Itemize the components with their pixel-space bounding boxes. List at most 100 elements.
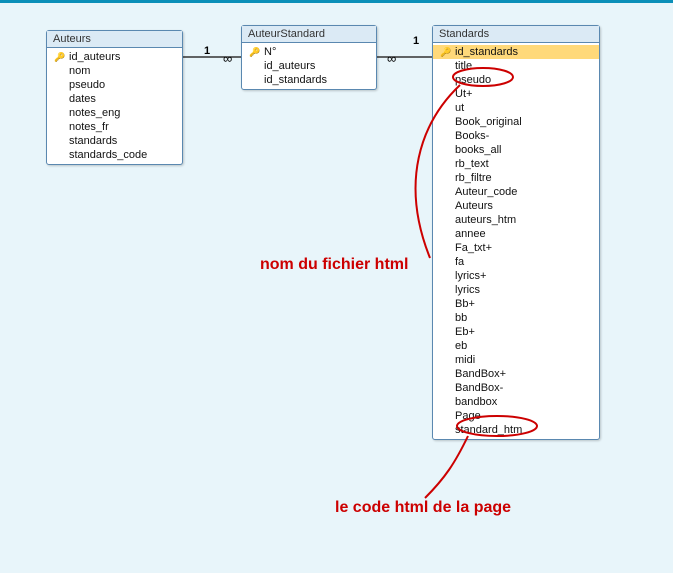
field-row[interactable]: rb_filtre xyxy=(433,171,599,185)
table-body: 🔑N° id_auteurs id_standards xyxy=(242,43,376,89)
key-spacer xyxy=(439,298,453,310)
rel-cardinality-many-icon: ∞ xyxy=(223,51,232,66)
annotation-note-2: le code html de la page xyxy=(335,499,511,517)
field-row[interactable]: 🔑id_auteurs xyxy=(47,50,182,64)
field-label: pseudo xyxy=(453,73,491,87)
key-spacer xyxy=(439,284,453,296)
key-spacer xyxy=(439,312,453,324)
field-label: fa xyxy=(453,255,464,269)
primary-key-icon: 🔑 xyxy=(439,46,453,58)
field-row[interactable]: eb xyxy=(433,339,599,353)
field-row[interactable]: notes_fr xyxy=(47,120,182,134)
key-spacer xyxy=(439,172,453,184)
field-label: annee xyxy=(453,227,486,241)
field-label: rb_text xyxy=(453,157,489,171)
key-spacer xyxy=(248,74,262,86)
field-label: midi xyxy=(453,353,475,367)
table-title: Standards xyxy=(433,26,599,43)
field-label: Page xyxy=(453,409,481,423)
field-label: standards_code xyxy=(67,148,147,162)
field-label: pseudo xyxy=(67,78,105,92)
field-row[interactable]: nom xyxy=(47,64,182,78)
field-row[interactable]: standards xyxy=(47,134,182,148)
field-row[interactable]: Bb+ xyxy=(433,297,599,311)
key-spacer xyxy=(53,135,67,147)
key-spacer xyxy=(439,368,453,380)
field-label: Eb+ xyxy=(453,325,475,339)
field-row[interactable]: notes_eng xyxy=(47,106,182,120)
key-spacer xyxy=(53,121,67,133)
table-auteurs[interactable]: Auteurs 🔑id_auteurs nom pseudo dates not… xyxy=(46,30,183,165)
field-row[interactable]: fa xyxy=(433,255,599,269)
field-row[interactable]: Auteurs xyxy=(433,199,599,213)
field-row[interactable]: id_auteurs xyxy=(242,59,376,73)
key-spacer xyxy=(53,65,67,77)
field-label: id_standards xyxy=(262,73,327,87)
field-row[interactable]: Fa_txt+ xyxy=(433,241,599,255)
field-label: Ut+ xyxy=(453,87,472,101)
field-row[interactable]: rb_text xyxy=(433,157,599,171)
field-row[interactable]: dates xyxy=(47,92,182,106)
field-row[interactable]: Eb+ xyxy=(433,325,599,339)
field-row[interactable]: ut xyxy=(433,101,599,115)
field-label: auteurs_htm xyxy=(453,213,516,227)
field-row[interactable]: bandbox xyxy=(433,395,599,409)
rel-cardinality-one: 1 xyxy=(204,45,210,57)
key-spacer xyxy=(439,340,453,352)
field-label: Bb+ xyxy=(453,297,475,311)
key-spacer xyxy=(439,228,453,240)
field-row[interactable]: lyrics+ xyxy=(433,269,599,283)
field-label: dates xyxy=(67,92,96,106)
field-label: title xyxy=(453,59,472,73)
table-auteur-standard[interactable]: AuteurStandard 🔑N° id_auteurs id_standar… xyxy=(241,25,377,90)
key-spacer xyxy=(53,79,67,91)
primary-key-icon: 🔑 xyxy=(248,46,262,58)
field-row[interactable]: 🔑N° xyxy=(242,45,376,59)
annotation-note-1: nom du fichier html xyxy=(260,256,408,274)
field-row[interactable]: Books- xyxy=(433,129,599,143)
field-row[interactable]: id_standards xyxy=(242,73,376,87)
field-row[interactable]: auteurs_htm xyxy=(433,213,599,227)
field-row[interactable]: Ut+ xyxy=(433,87,599,101)
field-label: nom xyxy=(67,64,90,78)
table-body: 🔑id_auteurs nom pseudo dates notes_eng n… xyxy=(47,48,182,164)
table-body: 🔑id_standards title pseudo Ut+ ut Book_o… xyxy=(433,43,599,439)
field-row[interactable]: BandBox+ xyxy=(433,367,599,381)
key-spacer xyxy=(439,88,453,100)
field-label: BandBox- xyxy=(453,381,503,395)
field-row[interactable]: Page xyxy=(433,409,599,423)
field-label: BandBox+ xyxy=(453,367,506,381)
field-row[interactable]: title xyxy=(433,59,599,73)
field-row[interactable]: Book_original xyxy=(433,115,599,129)
field-row[interactable]: pseudo xyxy=(47,78,182,92)
field-label: eb xyxy=(453,339,467,353)
key-spacer xyxy=(439,270,453,282)
field-row[interactable]: standards_code xyxy=(47,148,182,162)
field-row[interactable]: lyrics xyxy=(433,283,599,297)
field-label: Auteur_code xyxy=(453,185,517,199)
table-standards[interactable]: Standards 🔑id_standards title pseudo Ut+… xyxy=(432,25,600,440)
key-spacer xyxy=(53,149,67,161)
table-title: Auteurs xyxy=(47,31,182,48)
key-spacer xyxy=(439,256,453,268)
field-row[interactable]: BandBox- xyxy=(433,381,599,395)
field-row[interactable]: midi xyxy=(433,353,599,367)
field-label: rb_filtre xyxy=(453,171,492,185)
relationship-canvas: 1 ∞ ∞ 1 Auteurs 🔑id_auteurs nom pseudo d… xyxy=(0,0,673,570)
field-row[interactable]: standard_htm xyxy=(433,423,599,437)
field-row[interactable]: Auteur_code xyxy=(433,185,599,199)
field-row[interactable]: bb xyxy=(433,311,599,325)
key-spacer xyxy=(439,396,453,408)
field-label: bandbox xyxy=(453,395,497,409)
key-spacer xyxy=(439,130,453,142)
table-title: AuteurStandard xyxy=(242,26,376,43)
field-row[interactable]: books_all xyxy=(433,143,599,157)
field-label: Fa_txt+ xyxy=(453,241,492,255)
field-label: standard_htm xyxy=(453,423,522,437)
field-label: lyrics+ xyxy=(453,269,486,283)
field-row[interactable]: pseudo xyxy=(433,73,599,87)
field-row[interactable]: 🔑id_standards xyxy=(433,45,599,59)
key-spacer xyxy=(439,214,453,226)
field-label: id_standards xyxy=(453,45,518,59)
field-row[interactable]: annee xyxy=(433,227,599,241)
